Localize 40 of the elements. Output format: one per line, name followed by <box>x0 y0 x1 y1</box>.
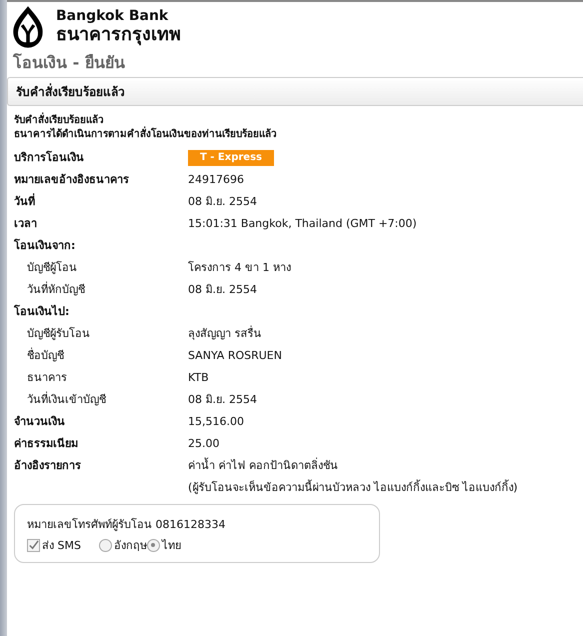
field-label: โอนเงินไป: <box>14 304 70 320</box>
field-value: ค่าน้ำ ค่าไฟ คอกป้านิดาตลิ่งชัน <box>188 458 339 474</box>
bank-name-thai: ธนาคารกรุงเทพ <box>56 24 181 45</box>
status-message: รับคำสั่งเรียบร้อยแล้ว <box>14 114 576 128</box>
field-value: 15,516.00 <box>188 414 244 430</box>
field-label: วันที่ <box>14 194 36 210</box>
field-label: โอนเงินจาก: <box>14 238 76 254</box>
check-icon <box>28 540 39 550</box>
field-value: (ผู้รับโอนจะเห็นข้อความนี้ผ่านบัวหลวง ไอแบงก์กิ้งและบิซ ไอแบงก์กิ้ง) <box>188 480 518 496</box>
field-value: โครงการ 4 ขา 1 หาง <box>188 260 291 276</box>
field-label: หมายเลขอ้างอิงธนาคาร <box>14 172 130 188</box>
field-value: 08 มิ.ย. 2554 <box>188 194 257 210</box>
section-header: รับคำสั่งเรียบร้อยแล้ว <box>7 77 583 106</box>
field-label: วันที่เงินเข้าบัญชี <box>26 392 107 408</box>
field-value: SANYA ROSRUEN <box>188 348 282 364</box>
field-value: 08 มิ.ย. 2554 <box>188 392 257 408</box>
language-radio[interactable]: อังกฤษ <box>98 536 147 554</box>
field-value: 08 มิ.ย. 2554 <box>188 282 257 298</box>
field-label: วันที่หักบัญชี <box>26 282 86 298</box>
field-label: เวลา <box>14 216 38 232</box>
service-badge: T - Express <box>188 150 274 166</box>
field-value: 15:01:31 Bangkok, Thailand (GMT +7:00) <box>188 216 417 232</box>
sms-checkbox[interactable]: ส่ง SMS <box>27 536 81 554</box>
language-radio[interactable]: ไทย <box>146 536 181 554</box>
field-value: ลุงสัญญา รสรื่น <box>188 326 262 342</box>
field-label: บัญชีผู้โอน <box>26 260 78 276</box>
page-title: โอนเงิน - ยืนยัน <box>12 52 126 74</box>
bank-name: Bangkok Bank <box>56 9 170 25</box>
phone-text: หมายเลขโทรศัพท์ผู้รับโอน 0816128334 <box>27 517 226 533</box>
field-label: ชื่อบัญชี <box>26 348 65 364</box>
field-value: 25.00 <box>188 436 220 452</box>
field-label: บริการโอนเงิน <box>14 150 85 166</box>
field-label: บัญชีผู้รับโอน <box>26 326 91 342</box>
field-label: ค่าธรรมเนียม <box>14 436 79 452</box>
field-value: 24917696 <box>188 172 244 188</box>
field-value: KTB <box>188 370 209 386</box>
field-label: อ้างอิงรายการ <box>14 458 82 474</box>
field-label: จำนวนเงิน <box>14 414 66 430</box>
status-message: ธนาคารได้ดำเนินการตามคำสั่งโอนเงินของท่านเรียบร้อยแล้ว <box>14 128 576 142</box>
field-label: ธนาคาร <box>26 370 68 386</box>
